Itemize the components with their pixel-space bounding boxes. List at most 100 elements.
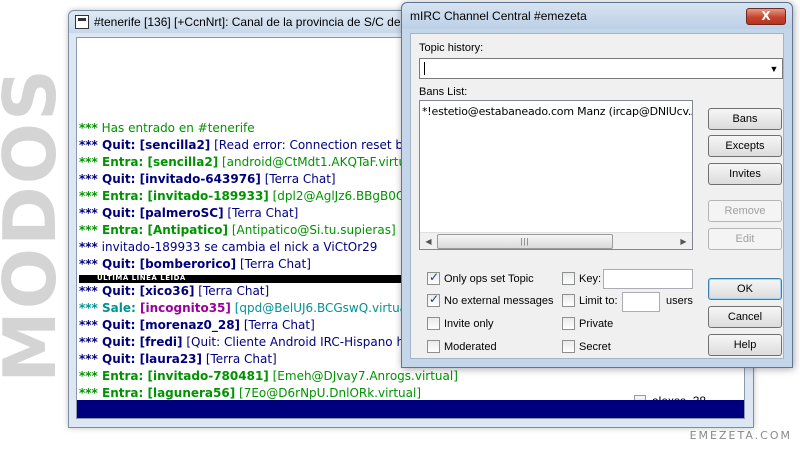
limit-input[interactable] [622,292,660,312]
checkbox-box[interactable] [562,317,575,330]
event-detail: [android@CtMdt1.AKQTaF.virtu [218,155,407,169]
invite-only-checkbox[interactable]: Invite only [427,317,494,330]
invites-button[interactable]: Invites [708,163,782,185]
scroll-track[interactable]: ||| [437,233,675,250]
scroll-left-icon[interactable]: ◀ [420,237,437,246]
private-label: Private [579,317,614,330]
event-nick: [lagunera56] [147,386,236,400]
checkbox-box[interactable] [427,317,440,330]
secret-checkbox[interactable]: Secret [562,340,611,353]
topic-history-label: Topic history: [419,42,484,54]
event-stars: *** [79,386,98,400]
last-read-label: ÚLTIMA LÍNEA LEÍDA [97,274,186,282]
cancel-button[interactable]: Cancel [708,306,782,328]
event-stars: *** [79,335,98,349]
event-detail: [Terra Chat] [223,206,299,220]
event-stars: *** [79,121,98,135]
channel-window-icon [75,15,89,29]
chat-window-title: #tenerife [136] [+CcnNrt]: Canal de la p… [94,15,401,29]
limit-label: Limit to: [579,294,618,307]
event-nick: [morenaz0_28] [139,318,241,332]
event-stars: *** [79,223,98,237]
event-stars: *** [79,301,98,315]
checkbox-box[interactable] [427,292,440,307]
event-stars: *** [79,172,98,186]
no-external-messages-checkbox[interactable]: No external messages [427,292,554,307]
ok-button[interactable]: OK [708,278,782,300]
only-ops-topic-checkbox[interactable]: Only ops set Topic [427,270,534,285]
event-stars: *** [79,189,98,203]
event-nick: [invitado-189933] [147,189,269,203]
event-detail: [Terra Chat] [236,257,311,271]
ban-entry[interactable]: *!estetio@estabaneado.com Manz (ircap@DN… [422,105,692,118]
checkbox-box[interactable] [562,294,575,307]
moderated-checkbox[interactable]: Moderated [427,340,497,353]
chat-line: *** Entra: [invitado-780481] [Emeh@DJvay… [79,368,744,385]
event-action: Quit: [97,138,140,152]
scroll-right-icon[interactable]: ▶ [675,237,692,246]
only-ops-topic-label: Only ops set Topic [444,272,534,285]
event-nick: [incognito35] [139,301,231,315]
event-action: Entra: [97,386,148,400]
checkbox-box[interactable] [562,340,575,353]
event-action: Quit: [97,284,140,298]
excepts-button[interactable]: Excepts [708,135,782,157]
checkbox-box[interactable] [427,340,440,353]
event-stars: *** [79,206,98,220]
invite-only-label: Invite only [444,317,494,330]
event-nick: [laura23] [139,352,203,366]
event-stars: *** [79,155,98,169]
limit-checkbox[interactable]: Limit to: [562,294,618,307]
event-nick: [palmeroSC] [139,206,224,220]
event-detail: [Read error: Connection reset by [210,138,411,152]
event-detail: [Terra Chat] [260,172,336,186]
event-action: Quit: [97,257,140,271]
event-stars: *** [79,369,98,383]
event-detail: [Antipatico@Si.tu.supieras] [228,223,396,237]
event-nick: [xico36] [139,284,195,298]
channel-central-dialog: mIRC Channel Central #emezeta X Topic hi… [401,2,793,368]
chat-input-bar[interactable] [77,400,744,418]
side-watermark: MODOS [0,0,72,450]
help-button[interactable]: Help [708,334,782,356]
checkbox-box[interactable] [427,270,440,285]
key-input[interactable] [603,269,693,289]
bans-list[interactable]: *!estetio@estabaneado.com Manz (ircap@DN… [419,100,693,250]
remove-button[interactable]: Remove [708,200,782,222]
topic-history-combo[interactable]: ▼ [419,58,783,79]
event-action: Quit: [97,352,140,366]
event-detail: [Terra Chat] [240,318,315,332]
close-button[interactable]: X [746,7,786,25]
event-nick: [invitado-643976] [139,172,261,186]
private-checkbox[interactable]: Private [562,317,613,330]
edit-button[interactable]: Edit [708,228,782,250]
dialog-client: Topic history: ▼ Bans List: *!estetio@es… [410,33,784,359]
event-action: Quit: [97,172,140,186]
event-detail: [Terra Chat] [194,284,270,298]
horizontal-scrollbar[interactable]: ◀ ||| ▶ [420,232,692,249]
event-stars: *** [79,284,98,298]
no-external-messages-label: No external messages [444,294,554,307]
dialog-titlebar[interactable]: mIRC Channel Central #emezeta X [402,3,792,29]
event-text: Has entrado en #tenerife [97,121,255,135]
event-detail: [7Eo@D6rNpU.DnlORk.virtual] [235,386,422,400]
event-detail: [Quit: Cliente Android IRC-Hispano http [182,335,422,349]
bans-button[interactable]: Bans [708,108,782,130]
event-stars: *** [79,138,98,152]
limit-users-label: users [666,295,693,307]
event-action: Entra: [97,189,148,203]
bans-list-label: Bans List: [419,86,468,98]
event-detail: [Emeh@DJvay7.Anrogs.virtual] [268,369,458,383]
side-watermark-text: MODOS [0,67,72,383]
event-detail: [dpl2@AglJz6.BBgB0Q [268,189,406,203]
brand-watermark: EMEZETA.COM [689,429,792,442]
event-nick: [sencilla2] [139,138,211,152]
checkbox-box[interactable] [562,272,575,285]
event-action: Sale: [97,301,140,315]
key-checkbox[interactable]: Key: [562,272,601,285]
event-detail: [qpd@BelUJ6.BCGswQ.virtua [230,301,408,315]
scroll-thumb[interactable]: ||| [437,233,613,249]
chevron-down-icon[interactable]: ▼ [766,64,782,74]
event-action: Entra: [97,369,148,383]
key-label: Key: [579,272,602,285]
